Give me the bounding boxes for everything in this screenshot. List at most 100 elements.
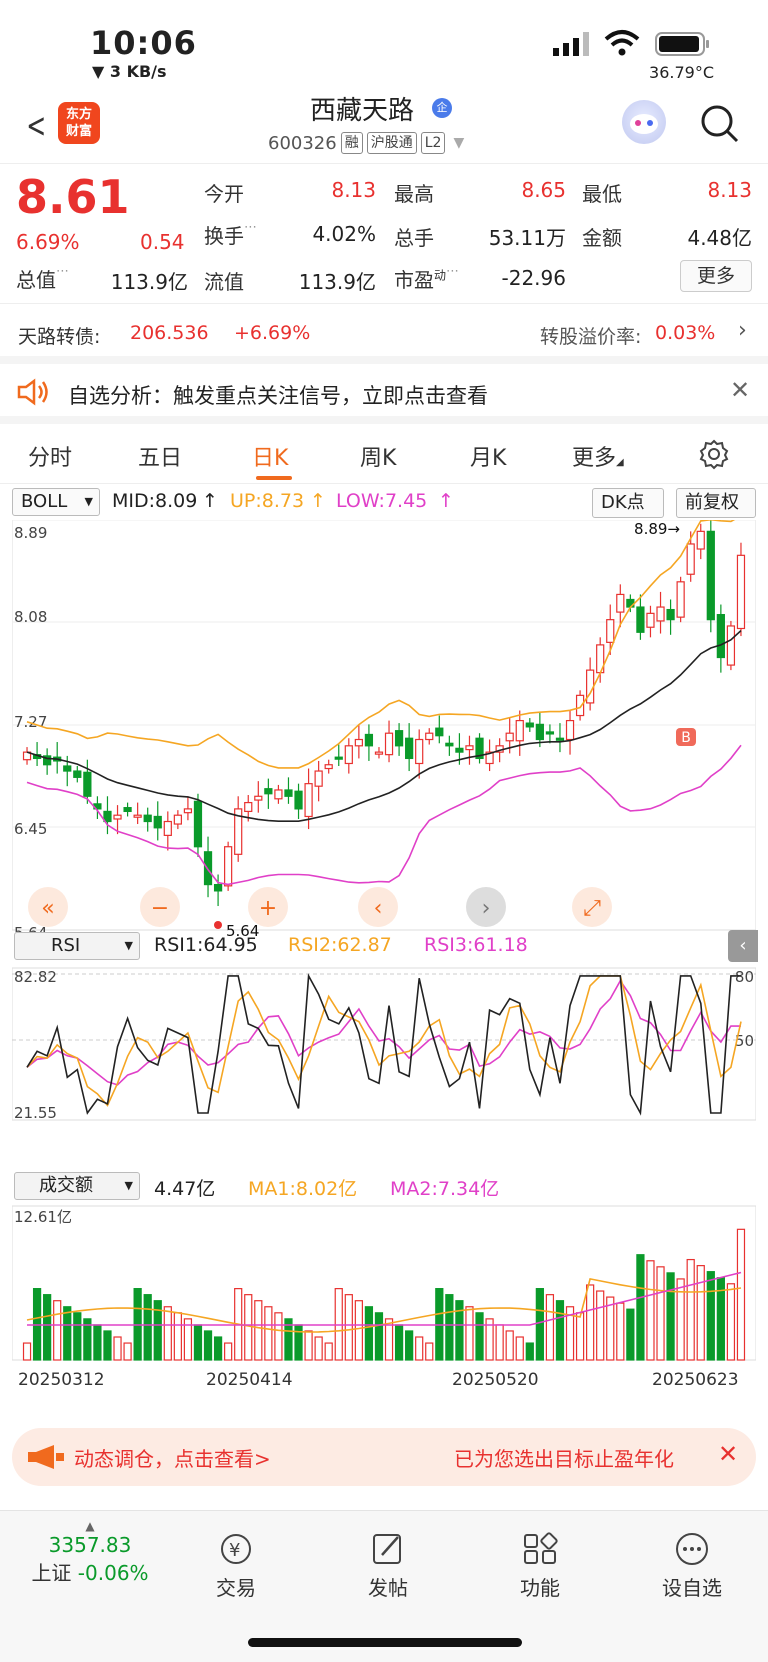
open-value: 8.13	[331, 178, 376, 202]
volume-bar	[515, 1336, 524, 1361]
status-bar: 10:06 ▼ 3 KB/s 36.79°C	[0, 0, 768, 90]
nav-post[interactable]: 发帖	[338, 1531, 438, 1601]
dk-point-button[interactable]: DK点	[592, 488, 664, 518]
candle-body	[63, 765, 72, 772]
premium-label: 转股溢价率:	[540, 326, 642, 348]
price-axis-label: 8.89	[14, 524, 47, 542]
promo-banner[interactable]: 动态调仓，点击查看> 已为您选出目标止盈年化 ✕	[12, 1428, 756, 1486]
chart-control-icon: +	[259, 896, 277, 921]
period-tabs: 分时 五日 日K 周K 月K 更多◢	[0, 424, 768, 484]
volume-bar	[626, 1308, 635, 1361]
analysis-notice[interactable]: 自选分析：触发重点关注信号，立即点击查看 ✕	[0, 364, 768, 424]
hk-connect-tag: 沪股通	[366, 132, 417, 154]
volume-bar	[555, 1300, 565, 1361]
info-icon[interactable]: ⋯	[244, 220, 257, 235]
volume-bar	[616, 1302, 625, 1361]
volume-bar	[394, 1324, 404, 1361]
search-icon[interactable]	[700, 104, 740, 144]
turnover-label: 换手⋯	[204, 220, 257, 248]
info-icon[interactable]: ⋯	[446, 264, 459, 279]
candle-body	[415, 738, 424, 765]
nav-trade[interactable]: ¥ 交易	[186, 1531, 286, 1601]
close-icon[interactable]: ✕	[718, 1440, 738, 1468]
indicator-select-rsi[interactable]: RSI ▼	[14, 932, 140, 960]
collapse-panel-button[interactable]: ‹	[728, 930, 758, 962]
tab-more[interactable]: 更多◢	[572, 440, 624, 472]
candle-body	[696, 530, 705, 550]
chart-control-icon: −	[151, 896, 169, 921]
nav-add-watch[interactable]: 设自选	[642, 1531, 742, 1601]
nav-function[interactable]: 功能	[490, 1531, 590, 1601]
rsi-axis-top: 82.82	[14, 968, 57, 986]
index-ticker[interactable]: ▲ 3357.83 上证 -0.06%	[20, 1519, 160, 1586]
candle-body	[666, 608, 675, 621]
volume-bar	[163, 1306, 172, 1361]
high-value: 8.65	[521, 178, 566, 202]
pe-value: -22.96	[501, 266, 566, 290]
float-label: 流值	[204, 270, 244, 294]
price-axis-label: 8.08	[14, 608, 47, 626]
volume-ma1: MA1:8.02亿	[248, 1178, 358, 1200]
robot-assistant-icon[interactable]	[622, 100, 666, 144]
back-icon[interactable]: <	[26, 106, 46, 146]
volume-bar	[63, 1306, 72, 1361]
stock-code-line[interactable]: 600326 融 沪股通 L2 ▼	[268, 132, 464, 154]
info-icon[interactable]: ⋯	[56, 264, 69, 279]
candle-body	[515, 719, 524, 742]
rsi-right-top: 80	[735, 968, 754, 986]
convertible-bond-row[interactable]: 天路转债: 206.536 +6.69% 转股溢价率: 0.03% ›	[0, 304, 768, 364]
stock-code: 600326	[268, 132, 337, 154]
indicator-select-volume[interactable]: 成交额 ▼	[14, 1172, 140, 1200]
volume-bar	[294, 1324, 303, 1361]
volume-bar	[636, 1254, 645, 1361]
date-label: 20250414	[206, 1370, 293, 1390]
svg-text:¥: ¥	[229, 1540, 240, 1561]
app-logo[interactable]: 东方 财富	[58, 102, 100, 144]
price-axis-label: 7.27	[14, 713, 47, 731]
rsi2-value: RSI2:62.87	[288, 934, 392, 956]
rsi1-value: RSI1:64.95	[154, 934, 258, 956]
candle-body	[525, 722, 534, 728]
tab-weekly-k[interactable]: 周K	[360, 440, 396, 472]
volume-bar	[304, 1330, 313, 1361]
tab-intraday[interactable]: 分时	[28, 440, 72, 472]
volume-label: 总手	[394, 226, 434, 250]
candle-body	[656, 606, 665, 622]
volume-bar	[274, 1312, 283, 1361]
chart-area[interactable]: BOLL ▼ MID:8.09 ↑ UP:8.73 ↑ LOW:7.45 ↑ DK点 前…	[0, 484, 768, 1414]
more-button[interactable]: 更多	[680, 260, 752, 292]
volume-bar	[495, 1324, 504, 1361]
volume-bar	[535, 1288, 544, 1361]
candle-body	[264, 788, 273, 795]
volume-bar	[545, 1294, 555, 1361]
bond-pct: +6.69%	[234, 322, 311, 344]
close-icon[interactable]: ✕	[730, 376, 750, 404]
mcap-label: 总值⋯	[16, 264, 69, 292]
kline-chart[interactable]: 8.898.087.276.455.648.89→5.64B«−+‹›⤢82.8…	[12, 520, 756, 1450]
volume-bar	[686, 1258, 695, 1361]
candle-body	[545, 731, 555, 735]
adjust-button[interactable]: 前复权	[676, 488, 756, 518]
boll-low: LOW:7.45	[336, 490, 428, 512]
volume-bar	[505, 1330, 514, 1361]
settings-gear-icon[interactable]	[698, 438, 730, 470]
indicator-select-boll[interactable]: BOLL ▼	[12, 488, 100, 516]
nav-add-watch-label: 设自选	[662, 1576, 722, 1600]
volume-bar	[264, 1306, 273, 1361]
candle-body	[736, 554, 746, 630]
candle-body	[676, 581, 685, 618]
chevron-right-icon: ›	[738, 318, 747, 343]
boll-mid: MID:8.09	[112, 490, 198, 512]
tab-five-day[interactable]: 五日	[138, 440, 182, 472]
tab-monthly-k[interactable]: 月K	[470, 440, 506, 472]
candle-body	[123, 807, 132, 813]
change-percent: 6.69%	[16, 230, 80, 254]
active-tab-indicator	[256, 476, 292, 480]
volume-bar	[254, 1300, 263, 1361]
candle-body	[83, 771, 92, 797]
candle-body	[555, 737, 565, 741]
low-arrow-icon: ↑	[438, 490, 454, 512]
candle-body	[394, 730, 404, 747]
tab-daily-k[interactable]: 日K	[252, 440, 288, 472]
nav-function-label: 功能	[520, 1576, 560, 1600]
